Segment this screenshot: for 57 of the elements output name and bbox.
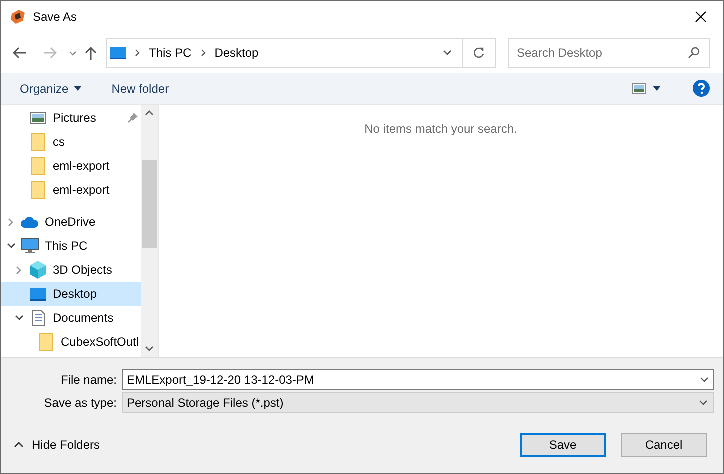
- tree-item[interactable]: This PC: [1, 234, 142, 258]
- breadcrumb-chevron-icon[interactable]: [135, 49, 140, 57]
- cloud-icon: [21, 216, 39, 228]
- document-icon: [32, 310, 44, 326]
- dropdown-chevron-icon[interactable]: [443, 50, 452, 56]
- refresh-icon: [473, 47, 485, 59]
- folder-icon: [31, 181, 45, 199]
- tree-item[interactable]: eml-export: [1, 178, 142, 202]
- caret-icon: [74, 86, 82, 91]
- scroll-up-icon[interactable]: [145, 110, 154, 116]
- monitor-icon: [21, 238, 39, 254]
- hide-folders-button[interactable]: Hide Folders: [14, 436, 100, 454]
- chevron-down-icon: [69, 50, 77, 56]
- folder-icon: [31, 133, 45, 151]
- help-icon[interactable]: [693, 80, 710, 97]
- close-icon: [695, 11, 707, 23]
- save-as-type-label: Save as type:: [43, 394, 118, 412]
- monitor-icon: [110, 46, 126, 60]
- dropdown-chevron-icon: [699, 400, 708, 406]
- organize-button[interactable]: Organize: [20, 80, 82, 98]
- search-field[interactable]: Search Desktop: [508, 38, 710, 68]
- folder-icon: [39, 333, 53, 351]
- breadcrumb-chevron-icon[interactable]: [200, 49, 206, 57]
- tree-item[interactable]: CubexSoftOutl: [1, 330, 142, 354]
- file-name-label: File name:: [60, 372, 118, 388]
- search-icon: [688, 47, 700, 59]
- tree-item[interactable]: cs: [1, 130, 142, 154]
- scrollbar[interactable]: [141, 105, 158, 357]
- folder-icon: [31, 157, 45, 175]
- app-icon: [10, 9, 26, 25]
- cube-icon: [30, 261, 46, 279]
- tree-item[interactable]: eml-export: [1, 154, 142, 178]
- chevron-up-icon: [14, 442, 24, 448]
- tree-item[interactable]: OneDrive: [1, 210, 142, 234]
- up-button[interactable]: [85, 45, 99, 61]
- picture-view-icon[interactable]: [632, 83, 646, 94]
- breadcrumb-item[interactable]: This PC: [149, 44, 192, 62]
- tree-item[interactable]: Pictures: [1, 106, 142, 130]
- tree-item[interactable]: Desktop: [1, 282, 142, 306]
- monitor-icon: [30, 288, 46, 300]
- save-button[interactable]: Save: [520, 433, 606, 457]
- save-as-type-dropdown[interactable]: Personal Storage Files (*.pst): [122, 392, 714, 413]
- picture-icon: [30, 112, 46, 124]
- back-button[interactable]: [13, 45, 29, 61]
- address-bar[interactable]: This PC Desktop: [106, 38, 496, 68]
- caret-icon[interactable]: [653, 86, 661, 91]
- tree-item[interactable]: Documents: [1, 306, 142, 330]
- breadcrumb-item[interactable]: Desktop: [214, 44, 259, 62]
- pin-icon[interactable]: [128, 113, 138, 123]
- cancel-button[interactable]: Cancel: [621, 433, 707, 457]
- window-title: Save As: [33, 9, 78, 26]
- file-name-field[interactable]: EMLExport_19-12-20 13-12-03-PM: [122, 369, 714, 390]
- scroll-down-icon[interactable]: [145, 346, 154, 352]
- dropdown-chevron-icon[interactable]: [700, 377, 709, 383]
- new-folder-button[interactable]: New folder: [112, 80, 170, 98]
- tree-item[interactable]: 3D Objects: [1, 258, 142, 282]
- empty-message: No items match your search.: [364, 121, 518, 138]
